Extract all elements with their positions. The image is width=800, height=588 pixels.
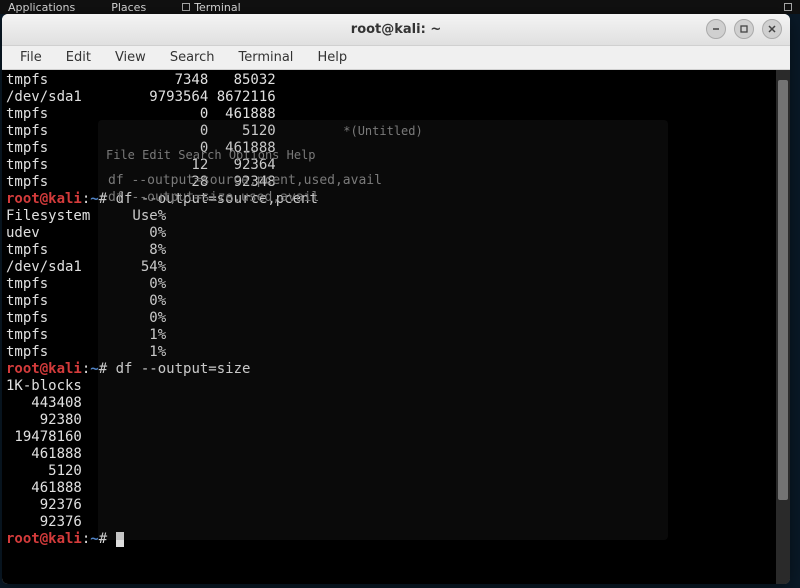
terminal-output: tmpfs 7348 85032/dev/sda1 9793564 867211… <box>6 72 786 548</box>
menu-view[interactable]: View <box>105 48 156 67</box>
scrollbar-vertical[interactable] <box>776 70 790 584</box>
panel-places[interactable]: Places <box>111 1 146 14</box>
window-title: root@kali: ~ <box>351 22 441 37</box>
menu-file[interactable]: File <box>10 48 52 67</box>
maximize-button[interactable] <box>734 19 754 39</box>
menu-search[interactable]: Search <box>160 48 225 67</box>
close-button[interactable] <box>762 19 782 39</box>
desktop-top-panel: Applications Places Terminal <box>0 0 800 14</box>
minimize-button[interactable] <box>706 19 726 39</box>
panel-terminal[interactable]: Terminal <box>182 1 241 14</box>
terminal-window: root@kali: ~ File Edit View Search Termi… <box>2 14 790 584</box>
panel-applications[interactable]: Applications <box>8 1 75 14</box>
tray-icon[interactable] <box>784 3 792 11</box>
terminal-content[interactable]: *(Untitled) File Edit Search Options Hel… <box>2 70 790 584</box>
menu-help[interactable]: Help <box>307 48 357 67</box>
window-titlebar[interactable]: root@kali: ~ <box>2 14 790 46</box>
menubar: File Edit View Search Terminal Help <box>2 46 790 70</box>
menu-edit[interactable]: Edit <box>56 48 101 67</box>
menu-terminal[interactable]: Terminal <box>228 48 303 67</box>
scrollbar-thumb[interactable] <box>778 80 788 500</box>
